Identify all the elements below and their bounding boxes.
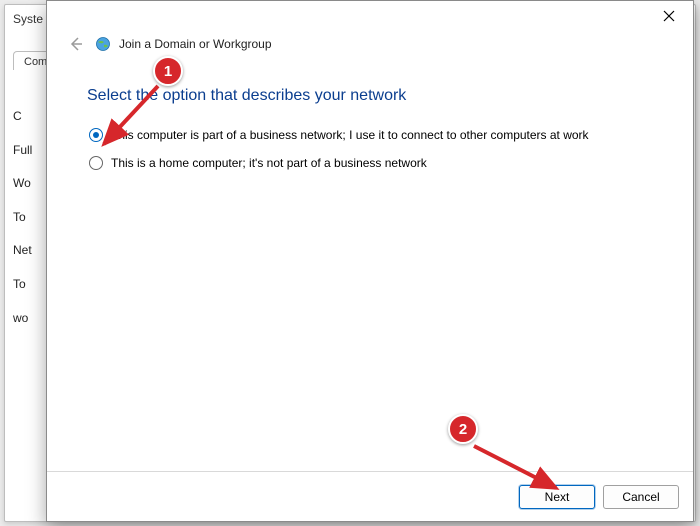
- radio-option-business[interactable]: This computer is part of a business netw…: [87, 127, 653, 143]
- close-icon: [663, 10, 675, 22]
- next-button[interactable]: Next: [519, 485, 595, 509]
- wizard-content: Select the option that describes your ne…: [47, 59, 693, 471]
- radio-option-home[interactable]: This is a home computer; it's not part o…: [87, 155, 653, 171]
- back-button[interactable]: [65, 33, 87, 55]
- radio-label: This computer is part of a business netw…: [111, 127, 589, 143]
- wizard-title: Join a Domain or Workgroup: [119, 37, 272, 51]
- wizard-titlebar: [47, 1, 693, 31]
- next-button-label: Next: [545, 490, 570, 504]
- background-title-text: Syste: [13, 12, 43, 26]
- close-button[interactable]: [651, 3, 687, 29]
- network-globe-icon: [95, 36, 111, 52]
- annotation-badge-label: 1: [164, 63, 172, 80]
- annotation-badge-label: 2: [459, 421, 467, 438]
- cancel-button-label: Cancel: [622, 490, 659, 504]
- wizard-footer: Next Cancel: [47, 471, 693, 521]
- radio-icon: [89, 156, 103, 170]
- annotation-badge-1: 1: [153, 56, 183, 86]
- wizard-header: Join a Domain or Workgroup: [47, 31, 693, 59]
- radio-icon: [89, 128, 103, 142]
- annotation-badge-2: 2: [448, 414, 478, 444]
- arrow-left-icon: [68, 36, 84, 52]
- wizard-dialog: Join a Domain or Workgroup Select the op…: [46, 0, 694, 522]
- cancel-button[interactable]: Cancel: [603, 485, 679, 509]
- radio-label: This is a home computer; it's not part o…: [111, 155, 427, 171]
- section-heading: Select the option that describes your ne…: [87, 87, 653, 105]
